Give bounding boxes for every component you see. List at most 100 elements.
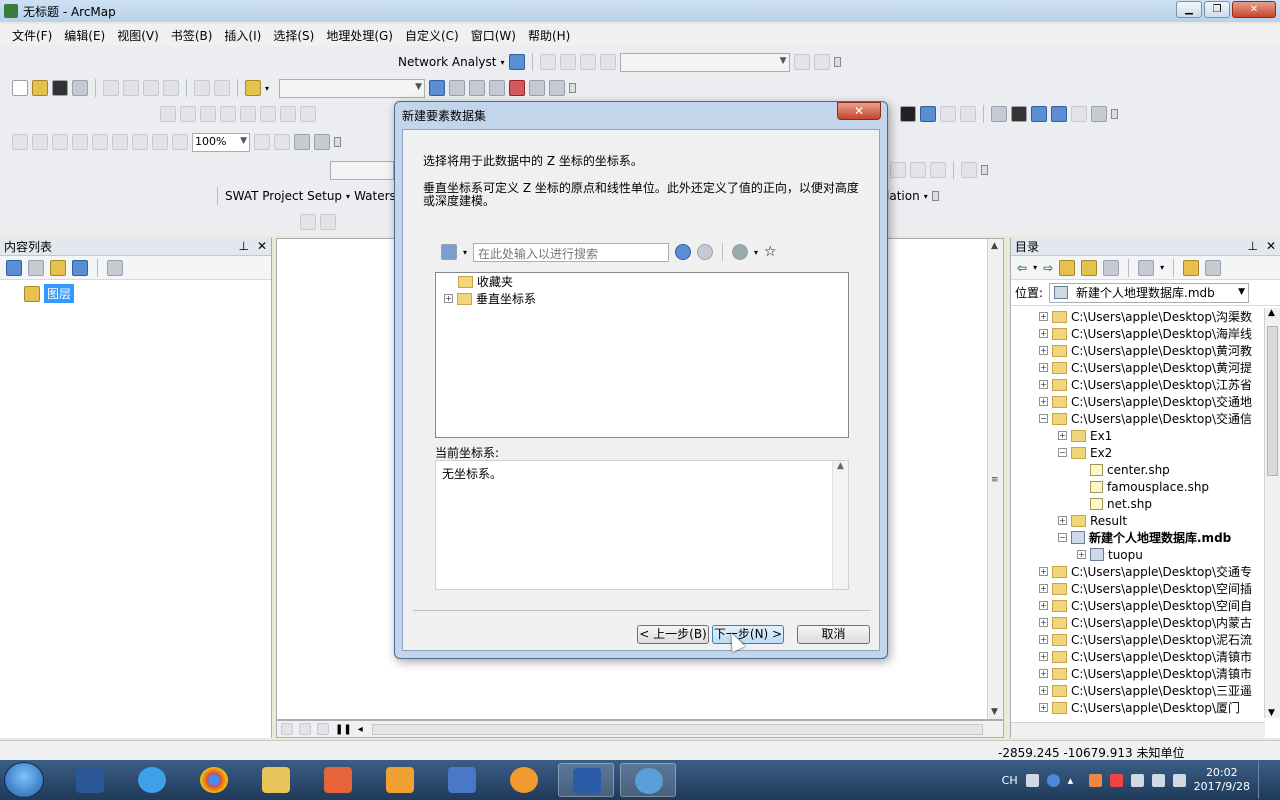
expand-icon[interactable]: + bbox=[1039, 329, 1048, 338]
expand-icon[interactable]: + bbox=[1039, 363, 1048, 372]
current-cs-scrollbar[interactable]: ▲ bbox=[832, 461, 848, 589]
catalog-tree-item[interactable]: + C:\Users\apple\Desktop\内蒙古 bbox=[1011, 614, 1265, 631]
connect-folder-icon[interactable] bbox=[1103, 259, 1120, 276]
draw-tool-icon[interactable] bbox=[260, 106, 276, 122]
toolbar-grip[interactable] bbox=[981, 165, 988, 175]
layout-zoom-icon[interactable] bbox=[112, 134, 128, 150]
measure-icon[interactable] bbox=[991, 106, 1007, 122]
start-button[interactable] bbox=[4, 762, 44, 798]
catalog-tree-item[interactable]: + C:\Users\apple\Desktop\泥石流 bbox=[1011, 631, 1265, 648]
undo-icon[interactable] bbox=[194, 80, 210, 96]
layout-pan-icon[interactable] bbox=[52, 134, 68, 150]
draw-tool-icon[interactable] bbox=[180, 106, 196, 122]
cancel-button[interactable]: 取消 bbox=[797, 625, 870, 644]
expand-icon[interactable]: + bbox=[1039, 584, 1048, 593]
goto-xy-icon[interactable] bbox=[1051, 106, 1067, 122]
expand-icon[interactable]: + bbox=[1039, 380, 1048, 389]
show-desktop-button[interactable] bbox=[1258, 761, 1270, 799]
expand-icon[interactable]: + bbox=[1039, 346, 1048, 355]
print-icon[interactable] bbox=[72, 80, 88, 96]
catalog-tree-item[interactable]: + C:\Users\apple\Desktop\沟渠数 bbox=[1011, 308, 1265, 325]
toolbar-grip[interactable] bbox=[931, 191, 939, 201]
catalog-tree-item[interactable]: + C:\Users\apple\Desktop\交通专 bbox=[1011, 563, 1265, 580]
swat-project-setup-menu[interactable]: SWAT Project Setup bbox=[225, 189, 342, 203]
menu-edit[interactable]: 编辑(E) bbox=[58, 27, 111, 44]
layout-zoom-icon[interactable] bbox=[132, 134, 148, 150]
arctoolbox-icon[interactable] bbox=[509, 80, 526, 96]
layout-zoom-icon[interactable] bbox=[32, 134, 48, 150]
expand-icon[interactable]: + bbox=[1039, 669, 1048, 678]
network-icon[interactable] bbox=[1151, 773, 1165, 787]
menu-help[interactable]: 帮助(H) bbox=[522, 27, 576, 44]
snap-icon[interactable] bbox=[961, 162, 977, 178]
scale-combo[interactable]: ▼ bbox=[279, 78, 426, 98]
list-by-selection-icon[interactable] bbox=[72, 259, 88, 276]
editor-toolbar-icon[interactable] bbox=[429, 80, 446, 96]
toolbar-grip[interactable] bbox=[1111, 109, 1118, 119]
cut-icon[interactable] bbox=[103, 80, 119, 96]
na-window-icon[interactable] bbox=[508, 54, 525, 70]
expand-icon[interactable]: + bbox=[1039, 618, 1048, 627]
menu-view[interactable]: 视图(V) bbox=[111, 27, 165, 44]
menu-geoprocessing[interactable]: 地理处理(G) bbox=[320, 27, 399, 44]
catalog-tree-item[interactable]: + C:\Users\apple\Desktop\清镇市 bbox=[1011, 665, 1265, 682]
taskbar-arcmap[interactable] bbox=[620, 763, 676, 797]
catalog-tree-item[interactable]: famousplace.shp bbox=[1011, 478, 1265, 495]
na-layer-combo[interactable]: ▼ bbox=[619, 52, 790, 72]
list-by-drawing-order-icon[interactable] bbox=[6, 259, 22, 276]
collapse-icon[interactable]: − bbox=[1039, 414, 1048, 423]
close-icon[interactable]: ✕ bbox=[257, 239, 267, 253]
layout-view-icon[interactable] bbox=[299, 723, 311, 735]
catalog-tree-item[interactable]: + tuopu bbox=[1011, 546, 1265, 563]
catalog-tree-item[interactable]: − 新建个人地理数据库.mdb bbox=[1011, 529, 1265, 546]
snap-icon[interactable] bbox=[930, 162, 946, 178]
expand-icon[interactable]: + bbox=[1039, 601, 1048, 610]
layout-zoom-combo[interactable]: 100% ▼ bbox=[192, 132, 250, 152]
copy-icon[interactable] bbox=[123, 80, 139, 96]
menu-bookmarks[interactable]: 书签(B) bbox=[165, 27, 219, 44]
clear-search-icon[interactable] bbox=[697, 244, 714, 260]
expand-icon[interactable]: + bbox=[444, 294, 453, 303]
swat-tool-icon[interactable] bbox=[300, 214, 316, 230]
taskbar-media[interactable] bbox=[434, 763, 490, 797]
taskbar-pdf[interactable] bbox=[310, 763, 366, 797]
power-icon[interactable] bbox=[1172, 773, 1186, 787]
refresh-icon[interactable] bbox=[317, 723, 329, 735]
expand-icon[interactable]: + bbox=[1058, 431, 1067, 440]
taskbar-word[interactable] bbox=[62, 763, 118, 797]
toggle-draft-icon[interactable] bbox=[254, 134, 270, 150]
network-analyst-dropdown[interactable]: Network Analyst bbox=[398, 55, 496, 69]
expand-icon[interactable]: + bbox=[1039, 703, 1048, 712]
catalog-tree-item[interactable]: + C:\Users\apple\Desktop\三亚遥 bbox=[1011, 682, 1265, 699]
catalog-tree-item[interactable]: center.shp bbox=[1011, 461, 1265, 478]
location-combo[interactable]: 新建个人地理数据库.mdb ▼ bbox=[1049, 282, 1250, 303]
back-button[interactable]: < 上一步(B) bbox=[637, 625, 709, 644]
menu-customize[interactable]: 自定义(C) bbox=[399, 27, 465, 44]
catalog-tree-item[interactable]: + Result bbox=[1011, 512, 1265, 529]
volume-icon[interactable] bbox=[1130, 773, 1144, 787]
time-slider-icon[interactable] bbox=[1071, 106, 1087, 122]
draw-tool-icon[interactable] bbox=[300, 106, 316, 122]
draw-tool-icon[interactable] bbox=[280, 106, 296, 122]
expand-icon[interactable]: + bbox=[1039, 312, 1048, 321]
expand-icon[interactable]: + bbox=[1039, 397, 1048, 406]
menu-windows[interactable]: 窗口(W) bbox=[465, 27, 522, 44]
open-icon[interactable] bbox=[32, 80, 48, 96]
taskbar-package[interactable] bbox=[372, 763, 428, 797]
toolbar-grip[interactable] bbox=[334, 137, 341, 147]
tray-app-icon[interactable] bbox=[1088, 773, 1102, 787]
create-viewer-icon[interactable] bbox=[1091, 106, 1107, 122]
close-icon[interactable]: ✕ bbox=[1266, 239, 1276, 253]
keyboard-icon[interactable] bbox=[1025, 773, 1039, 787]
scroll-left-icon[interactable]: ◂ bbox=[358, 724, 363, 735]
next-button[interactable]: 下一步(N) > bbox=[712, 625, 784, 644]
select-elements-icon[interactable] bbox=[900, 106, 916, 122]
catalog-window-icon[interactable] bbox=[469, 80, 486, 96]
table-of-contents-icon[interactable] bbox=[449, 80, 466, 96]
na-tool-icon[interactable] bbox=[793, 54, 810, 70]
redo-icon[interactable] bbox=[214, 80, 230, 96]
tray-arrow-icon[interactable]: ▴ bbox=[1068, 774, 1081, 787]
expand-icon[interactable]: + bbox=[1039, 652, 1048, 661]
search-window-icon[interactable] bbox=[489, 80, 506, 96]
delete-icon[interactable] bbox=[163, 80, 179, 96]
